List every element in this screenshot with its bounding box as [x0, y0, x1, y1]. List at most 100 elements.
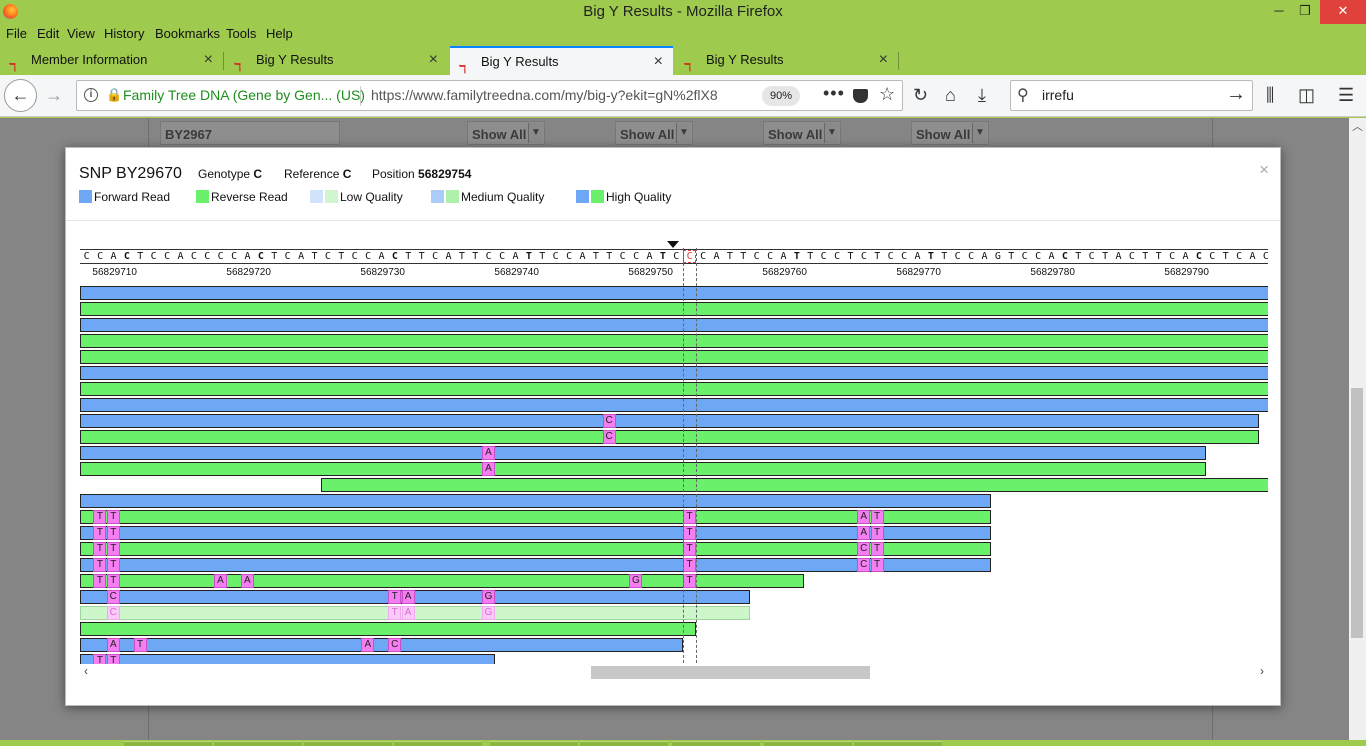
forward-read[interactable] [80, 318, 1268, 332]
scroll-left-icon[interactable]: ‹ [84, 664, 88, 678]
reference-base: C [619, 251, 626, 262]
menu-tools[interactable]: Tools [226, 26, 256, 41]
reference-base: A [914, 251, 921, 262]
filter-select-3[interactable]: Show All ▼ [763, 121, 841, 145]
page-vertical-scrollbar[interactable]: ︿ [1349, 118, 1366, 740]
forward-read[interactable] [80, 366, 1268, 380]
scroll-up-icon[interactable]: ︿ [1352, 118, 1363, 134]
reverse-read[interactable]: C TA G [80, 606, 750, 620]
forward-read[interactable] [80, 494, 992, 508]
legend-swatch [79, 190, 92, 203]
bookmark-star-icon[interactable]: ☆ [879, 84, 895, 105]
filter-select-1[interactable]: Show All ▼ [467, 121, 545, 145]
downloads-icon[interactable]: ⤓ [978, 84, 986, 106]
snp-filter-input[interactable]: BY2967 [160, 121, 340, 145]
site-info-icon[interactable]: i [84, 88, 98, 102]
tab-big-y-results-1[interactable]: ℸ Big Y Results × [225, 46, 448, 75]
menu-help[interactable]: Help [266, 26, 293, 41]
chevron-down-icon: ▼ [676, 123, 691, 143]
menu-view[interactable]: View [67, 26, 95, 41]
reference-sequence: CCACTCCACCCCACTCATCTCCACTTCATTCCATTCCATT… [80, 249, 1268, 264]
reverse-read[interactable] [80, 350, 1268, 364]
sidebar-icon[interactable]: ◫ [1298, 84, 1315, 106]
taskbar-item[interactable] [854, 741, 942, 746]
page-actions-icon[interactable]: ••• [823, 83, 845, 104]
reverse-read[interactable] [80, 302, 1268, 316]
reverse-read[interactable]: TTTAT [80, 510, 992, 524]
mismatch-base: T [388, 590, 402, 604]
close-window-button[interactable]: ✕ [1320, 0, 1366, 24]
read-alignment-viewer[interactable]: CCACTCCACCCCACTCATCTCCACTTCATTCCATTCCATT… [80, 248, 1268, 664]
menu-edit[interactable]: Edit [37, 26, 59, 41]
reference-base: T [338, 251, 345, 262]
menu-file[interactable]: File [6, 26, 27, 41]
taskbar-item[interactable] [214, 741, 302, 746]
menu-history[interactable]: History [104, 26, 144, 41]
menu-bookmarks[interactable]: Bookmarks [155, 26, 220, 41]
search-query[interactable]: irrefu [1042, 87, 1074, 103]
tab-big-y-results-active[interactable]: ℸ Big Y Results × [450, 46, 673, 76]
filter-select-2[interactable]: Show All ▼ [615, 121, 693, 145]
pocket-icon[interactable] [853, 89, 868, 103]
reference-base: C [820, 251, 827, 262]
taskbar-item[interactable] [304, 741, 392, 746]
tab-big-y-results-3[interactable]: ℸ Big Y Results × [675, 46, 899, 75]
taskbar-item[interactable] [672, 741, 760, 746]
legend-swatch [446, 190, 459, 203]
site-identity-label[interactable]: Family Tree DNA (Gene by Gen... (US) [123, 87, 365, 103]
reverse-read[interactable] [80, 334, 1268, 348]
address-bar[interactable]: i 🔒 Family Tree DNA (Gene by Gen... (US)… [76, 80, 903, 111]
scroll-right-icon[interactable]: › [1260, 664, 1264, 678]
forward-read[interactable]: TT [80, 654, 496, 664]
taskbar-item[interactable] [124, 741, 212, 746]
reverse-read[interactable]: TTAAGT [80, 574, 804, 588]
forward-read[interactable]: TTTAT [80, 526, 992, 540]
reverse-read[interactable] [80, 382, 1268, 396]
taskbar-item[interactable] [394, 741, 482, 746]
zoom-level-badge[interactable]: 90% [762, 86, 800, 106]
search-bar[interactable]: ⚲ irrefu → [1010, 80, 1253, 111]
forward-read[interactable]: C [80, 414, 1260, 428]
hamburger-menu-icon[interactable]: ☰ [1338, 84, 1354, 106]
tab-member-information[interactable]: ℸ Member Information × [0, 46, 224, 75]
taskbar-item[interactable] [490, 741, 578, 746]
modal-close-button[interactable]: × [1259, 160, 1269, 180]
close-tab-icon[interactable]: × [654, 48, 663, 76]
search-go-icon[interactable]: → [1226, 83, 1246, 106]
mismatch-base: A [482, 446, 495, 460]
taskbar-item[interactable] [764, 741, 852, 746]
forward-read[interactable]: TTTCT [80, 558, 992, 572]
forward-read[interactable]: C TA G [80, 590, 750, 604]
taskbar-item[interactable] [580, 741, 668, 746]
horizontal-scroll-thumb[interactable] [591, 666, 870, 679]
reference-base: C [324, 251, 331, 262]
reference-base: T [793, 251, 800, 262]
close-tab-icon[interactable]: × [429, 46, 438, 74]
forward-read[interactable]: ATAC [80, 638, 683, 652]
maximize-button[interactable]: ❐ [1290, 0, 1320, 24]
reverse-read[interactable]: C [80, 430, 1260, 444]
home-icon[interactable]: ⌂ [945, 84, 956, 106]
forward-button[interactable]: → [45, 84, 63, 106]
back-button[interactable]: ← [4, 79, 37, 112]
snp-guide-line [696, 248, 698, 664]
reference-base: A [110, 251, 117, 262]
mismatch-base: T [93, 526, 107, 540]
scrollbar-thumb[interactable] [1351, 388, 1363, 638]
reload-icon[interactable]: ↻ [913, 84, 928, 106]
url-text[interactable]: https://www.familytreedna.com/my/big-y?e… [371, 87, 726, 103]
reference-base: C [391, 251, 398, 262]
reference-base: T [539, 251, 546, 262]
forward-read[interactable]: A [80, 446, 1206, 460]
reverse-read[interactable] [321, 478, 1268, 492]
library-icon[interactable]: ⫼ [1266, 84, 1274, 106]
close-tab-icon[interactable]: × [204, 46, 213, 74]
reverse-read[interactable] [80, 622, 697, 636]
reverse-read[interactable]: TTTCT [80, 542, 992, 556]
filter-select-4[interactable]: Show All ▼ [911, 121, 989, 145]
reverse-read[interactable]: A [80, 462, 1206, 476]
close-tab-icon[interactable]: × [879, 46, 888, 74]
forward-read[interactable] [80, 286, 1268, 300]
forward-read[interactable] [80, 398, 1268, 412]
viewer-horizontal-scrollbar[interactable]: ‹ › [80, 664, 1268, 681]
